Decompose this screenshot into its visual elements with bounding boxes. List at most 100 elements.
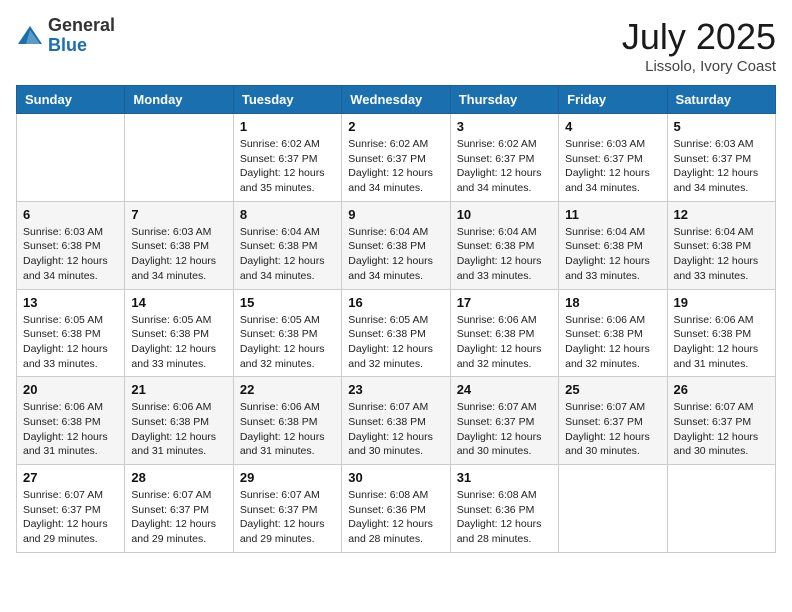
calendar-cell: 27 Sunrise: 6:07 AM Sunset: 6:37 PM Dayli… — [17, 465, 125, 553]
calendar-cell: 18 Sunrise: 6:06 AM Sunset: 6:38 PM Dayli… — [559, 289, 667, 377]
day-info: Sunrise: 6:02 AM Sunset: 6:37 PM Dayligh… — [240, 137, 335, 196]
calendar-cell: 16 Sunrise: 6:05 AM Sunset: 6:38 PM Dayli… — [342, 289, 450, 377]
month-year-title: July 2025 — [622, 16, 776, 58]
day-info: Sunrise: 6:05 AM Sunset: 6:38 PM Dayligh… — [348, 313, 443, 372]
calendar-cell: 25 Sunrise: 6:07 AM Sunset: 6:37 PM Dayli… — [559, 377, 667, 465]
day-number: 31 — [457, 470, 552, 485]
day-number: 29 — [240, 470, 335, 485]
day-number: 14 — [131, 295, 226, 310]
day-number: 22 — [240, 382, 335, 397]
calendar-cell: 23 Sunrise: 6:07 AM Sunset: 6:38 PM Dayli… — [342, 377, 450, 465]
day-info: Sunrise: 6:04 AM Sunset: 6:38 PM Dayligh… — [565, 225, 660, 284]
column-header-sunday: Sunday — [17, 86, 125, 114]
title-block: July 2025 Lissolo, Ivory Coast — [622, 16, 776, 75]
day-number: 26 — [674, 382, 769, 397]
calendar-week-row: 27 Sunrise: 6:07 AM Sunset: 6:37 PM Dayli… — [17, 465, 776, 553]
column-header-saturday: Saturday — [667, 86, 775, 114]
day-number: 12 — [674, 207, 769, 222]
day-number: 3 — [457, 119, 552, 134]
calendar-cell: 9 Sunrise: 6:04 AM Sunset: 6:38 PM Daylig… — [342, 201, 450, 289]
calendar-cell: 31Sunrise: 6:08 AM Sunset: 6:36 PM Dayli… — [450, 465, 558, 553]
calendar-cell: 4 Sunrise: 6:03 AM Sunset: 6:37 PM Daylig… — [559, 114, 667, 202]
day-number: 24 — [457, 382, 552, 397]
calendar-cell: 6 Sunrise: 6:03 AM Sunset: 6:38 PM Daylig… — [17, 201, 125, 289]
day-info: Sunrise: 6:07 AM Sunset: 6:37 PM Dayligh… — [565, 400, 660, 459]
calendar-cell: 13 Sunrise: 6:05 AM Sunset: 6:38 PM Dayli… — [17, 289, 125, 377]
column-header-tuesday: Tuesday — [233, 86, 341, 114]
column-header-friday: Friday — [559, 86, 667, 114]
day-info: Sunrise: 6:06 AM Sunset: 6:38 PM Dayligh… — [457, 313, 552, 372]
day-info: Sunrise: 6:06 AM Sunset: 6:38 PM Dayligh… — [131, 400, 226, 459]
calendar-cell: 14 Sunrise: 6:05 AM Sunset: 6:38 PM Dayli… — [125, 289, 233, 377]
calendar-cell: 15 Sunrise: 6:05 AM Sunset: 6:38 PM Dayli… — [233, 289, 341, 377]
day-number: 6 — [23, 207, 118, 222]
day-info: Sunrise: 6:05 AM Sunset: 6:38 PM Dayligh… — [131, 313, 226, 372]
day-number: 30 — [348, 470, 443, 485]
day-info: Sunrise: 6:07 AM Sunset: 6:37 PM Dayligh… — [23, 488, 118, 547]
calendar-cell — [667, 465, 775, 553]
day-info: Sunrise: 6:06 AM Sunset: 6:38 PM Dayligh… — [240, 400, 335, 459]
day-number: 25 — [565, 382, 660, 397]
logo-icon — [16, 22, 44, 50]
day-info: Sunrise: 6:03 AM Sunset: 6:38 PM Dayligh… — [131, 225, 226, 284]
calendar-cell: 29 Sunrise: 6:07 AM Sunset: 6:37 PM Dayli… — [233, 465, 341, 553]
day-number: 23 — [348, 382, 443, 397]
day-number: 20 — [23, 382, 118, 397]
day-info: Sunrise: 6:04 AM Sunset: 6:38 PM Dayligh… — [348, 225, 443, 284]
calendar-cell — [559, 465, 667, 553]
day-info: Sunrise: 6:08 AM Sunset: 6:36 PM Dayligh… — [348, 488, 443, 547]
day-number: 4 — [565, 119, 660, 134]
day-info: Sunrise: 6:07 AM Sunset: 6:37 PM Dayligh… — [240, 488, 335, 547]
day-number: 5 — [674, 119, 769, 134]
day-info: Sunrise: 6:05 AM Sunset: 6:38 PM Dayligh… — [23, 313, 118, 372]
day-info: Sunrise: 6:06 AM Sunset: 6:38 PM Dayligh… — [23, 400, 118, 459]
day-number: 9 — [348, 207, 443, 222]
calendar-cell: 21 Sunrise: 6:06 AM Sunset: 6:38 PM Dayli… — [125, 377, 233, 465]
day-number: 7 — [131, 207, 226, 222]
day-number: 18 — [565, 295, 660, 310]
day-number: 15 — [240, 295, 335, 310]
calendar-cell: 22 Sunrise: 6:06 AM Sunset: 6:38 PM Dayli… — [233, 377, 341, 465]
calendar-cell: 26 Sunrise: 6:07 AM Sunset: 6:37 PM Dayli… — [667, 377, 775, 465]
calendar-cell: 2Sunrise: 6:02 AM Sunset: 6:37 PM Daylig… — [342, 114, 450, 202]
calendar-cell: 5 Sunrise: 6:03 AM Sunset: 6:37 PM Daylig… — [667, 114, 775, 202]
calendar-week-row: 13 Sunrise: 6:05 AM Sunset: 6:38 PM Dayli… — [17, 289, 776, 377]
day-info: Sunrise: 6:07 AM Sunset: 6:38 PM Dayligh… — [348, 400, 443, 459]
day-info: Sunrise: 6:03 AM Sunset: 6:38 PM Dayligh… — [23, 225, 118, 284]
day-info: Sunrise: 6:03 AM Sunset: 6:37 PM Dayligh… — [674, 137, 769, 196]
calendar-table: SundayMondayTuesdayWednesdayThursdayFrid… — [16, 85, 776, 553]
day-info: Sunrise: 6:04 AM Sunset: 6:38 PM Dayligh… — [674, 225, 769, 284]
day-info: Sunrise: 6:07 AM Sunset: 6:37 PM Dayligh… — [131, 488, 226, 547]
day-number: 16 — [348, 295, 443, 310]
calendar-cell: 19Sunrise: 6:06 AM Sunset: 6:38 PM Dayli… — [667, 289, 775, 377]
calendar-cell: 30 Sunrise: 6:08 AM Sunset: 6:36 PM Dayli… — [342, 465, 450, 553]
calendar-cell — [17, 114, 125, 202]
day-info: Sunrise: 6:04 AM Sunset: 6:38 PM Dayligh… — [457, 225, 552, 284]
day-number: 13 — [23, 295, 118, 310]
day-number: 19 — [674, 295, 769, 310]
day-number: 1 — [240, 119, 335, 134]
day-number: 10 — [457, 207, 552, 222]
logo-text: General Blue — [48, 16, 115, 56]
column-header-thursday: Thursday — [450, 86, 558, 114]
day-number: 21 — [131, 382, 226, 397]
day-number: 27 — [23, 470, 118, 485]
day-info: Sunrise: 6:04 AM Sunset: 6:38 PM Dayligh… — [240, 225, 335, 284]
day-number: 28 — [131, 470, 226, 485]
day-info: Sunrise: 6:07 AM Sunset: 6:37 PM Dayligh… — [674, 400, 769, 459]
page-header: General Blue July 2025 Lissolo, Ivory Co… — [16, 16, 776, 75]
day-number: 8 — [240, 207, 335, 222]
day-info: Sunrise: 6:05 AM Sunset: 6:38 PM Dayligh… — [240, 313, 335, 372]
calendar-cell: 20 Sunrise: 6:06 AM Sunset: 6:38 PM Dayli… — [17, 377, 125, 465]
calendar-week-row: 1 Sunrise: 6:02 AM Sunset: 6:37 PM Daylig… — [17, 114, 776, 202]
day-info: Sunrise: 6:06 AM Sunset: 6:38 PM Dayligh… — [565, 313, 660, 372]
day-info: Sunrise: 6:02 AM Sunset: 6:37 PM Dayligh… — [457, 137, 552, 196]
calendar-week-row: 6 Sunrise: 6:03 AM Sunset: 6:38 PM Daylig… — [17, 201, 776, 289]
calendar-cell: 11Sunrise: 6:04 AM Sunset: 6:38 PM Dayli… — [559, 201, 667, 289]
day-number: 17 — [457, 295, 552, 310]
day-info: Sunrise: 6:02 AM Sunset: 6:37 PM Dayligh… — [348, 137, 443, 196]
calendar-cell — [125, 114, 233, 202]
day-info: Sunrise: 6:07 AM Sunset: 6:37 PM Dayligh… — [457, 400, 552, 459]
calendar-cell: 24 Sunrise: 6:07 AM Sunset: 6:37 PM Dayli… — [450, 377, 558, 465]
day-info: Sunrise: 6:03 AM Sunset: 6:37 PM Dayligh… — [565, 137, 660, 196]
